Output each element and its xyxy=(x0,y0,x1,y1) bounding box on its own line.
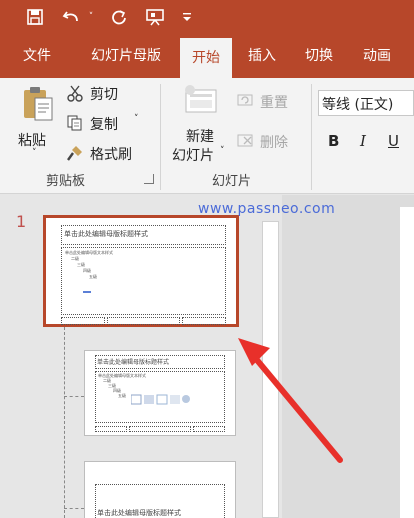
copy-dropdown-icon: ˅ xyxy=(134,114,139,124)
new-slide-button[interactable]: 新建 幻灯片 ˅ xyxy=(168,82,232,166)
annotation-arrow-icon xyxy=(238,338,343,463)
delete-icon xyxy=(236,132,254,154)
master-body-level5: 五级 xyxy=(89,274,97,279)
layout1-body-level5: 五级 xyxy=(118,393,126,398)
tab-animations[interactable]: 动画 xyxy=(352,34,402,78)
layout-thumbnail-title-slide[interactable]: 单击此处编辑母版标题样式 xyxy=(84,461,236,518)
paste-icon xyxy=(22,86,54,126)
slides-group-label: 幻灯片 xyxy=(212,174,252,189)
tab-slide-master[interactable]: 幻灯片母版 xyxy=(78,34,174,78)
slide-number: 1 xyxy=(16,212,27,231)
format-painter-button[interactable]: 格式刷 xyxy=(66,142,146,164)
master-slide-number-placeholder xyxy=(182,317,226,325)
new-slide-dropdown-icon: ˅ xyxy=(220,146,225,156)
master-body-placeholder xyxy=(61,247,226,315)
save-icon[interactable] xyxy=(18,0,52,34)
layout-connector-line xyxy=(64,396,84,397)
format-painter-label: 格式刷 xyxy=(90,147,132,163)
tab-home[interactable]: 开始 xyxy=(180,38,232,78)
ribbon-tabs: 文件 幻灯片母版 开始 插入 切换 动画 xyxy=(0,34,414,78)
divider xyxy=(160,84,161,190)
layout1-content-icons xyxy=(130,391,191,413)
layout-connector-line xyxy=(64,508,84,509)
new-slide-icon xyxy=(182,84,220,120)
undo-dropdown-icon[interactable]: ˅ xyxy=(84,0,98,34)
copy-button[interactable]: 复制 ˅ xyxy=(66,112,146,134)
layout1-number-placeholder xyxy=(193,426,225,432)
redo-icon[interactable] xyxy=(104,0,134,34)
copy-label: 复制 xyxy=(90,117,118,133)
cut-button[interactable]: 剪切 xyxy=(66,82,128,104)
slide-master-thumbnail[interactable]: 单击此处编辑母版标题样式 单击此处编辑母版文本样式 二级 三级 四级 五级 xyxy=(43,215,239,327)
reset-icon xyxy=(236,92,254,114)
layout-thumbnail-title-content[interactable]: 单击此处编辑母版标题样式 单击此处编辑母版文本样式 二级 三级 四级 五级 xyxy=(84,350,236,436)
delete-button[interactable]: 删除 xyxy=(236,130,298,152)
layout2-title-text: 单击此处编辑母版标题样式 xyxy=(97,509,181,517)
paste-dropdown-icon: ˅ xyxy=(32,148,37,158)
bold-button[interactable]: B xyxy=(328,132,339,150)
layout-connector-line xyxy=(64,327,65,518)
scissors-icon xyxy=(66,84,84,106)
ribbon: 粘贴 ˅ 剪切 复制 ˅ 格式刷 剪贴板 新建 幻灯片 ˅ 重置 删除 幻灯片 … xyxy=(0,78,414,194)
clipboard-dialog-launcher-icon[interactable] xyxy=(144,174,154,184)
watermark-text: www.passneo.com xyxy=(198,201,336,217)
slide-canvas[interactable] xyxy=(400,207,414,518)
title-bar: ˅ xyxy=(0,0,414,34)
undo-icon[interactable] xyxy=(56,0,86,34)
tab-insert[interactable]: 插入 xyxy=(238,34,286,78)
copy-icon xyxy=(66,114,84,136)
format-painter-icon xyxy=(66,144,84,166)
new-slide-label-line1: 新建 xyxy=(186,129,214,145)
master-body-link xyxy=(83,291,91,293)
underline-button[interactable]: U xyxy=(388,132,399,150)
customize-icon[interactable] xyxy=(178,0,196,34)
new-slide-label-line2: 幻灯片 xyxy=(172,148,214,164)
present-icon[interactable] xyxy=(140,0,170,34)
cut-label: 剪切 xyxy=(90,87,118,103)
layout1-date-placeholder xyxy=(95,426,127,432)
paste-button[interactable]: 粘贴 ˅ xyxy=(14,84,60,166)
delete-label: 删除 xyxy=(260,135,288,151)
paste-label: 粘贴 xyxy=(18,133,46,149)
reset-button[interactable]: 重置 xyxy=(236,90,298,112)
master-date-placeholder xyxy=(61,317,105,325)
tab-transitions[interactable]: 切换 xyxy=(295,34,343,78)
clipboard-group-label: 剪贴板 xyxy=(46,174,86,189)
master-footer-placeholder xyxy=(107,317,180,325)
reset-label: 重置 xyxy=(260,95,288,111)
layout1-footer-placeholder xyxy=(129,426,191,432)
master-title-text: 单击此处编辑母版标题样式 xyxy=(64,230,148,238)
slide-thumbnail-pane: 单击此处编辑母版标题样式 单击此处编辑母版文本样式 二级 三级 四级 五级 单击… xyxy=(0,195,260,518)
divider xyxy=(311,84,312,190)
font-name-value: 等线 (正文) xyxy=(322,97,394,113)
italic-button[interactable]: I xyxy=(360,132,366,150)
tab-file[interactable]: 文件 xyxy=(12,34,62,78)
font-name-box[interactable]: 等线 (正文) xyxy=(318,90,414,116)
layout1-title-text: 单击此处编辑母版标题样式 xyxy=(97,359,170,366)
